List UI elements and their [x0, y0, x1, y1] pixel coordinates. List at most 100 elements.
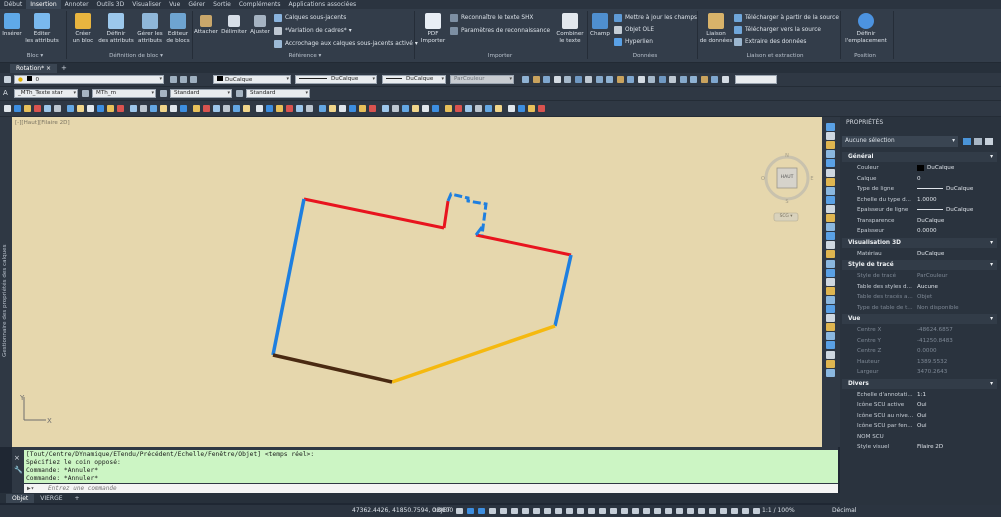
toolbar-tool-icon[interactable]: [585, 76, 592, 83]
modify-tool-icon[interactable]: [826, 159, 835, 168]
modify-tool-icon[interactable]: [826, 250, 835, 259]
toolbar-tool-icon[interactable]: [508, 105, 515, 112]
status-toggle-icon[interactable]: [522, 508, 529, 514]
combine-text-button[interactable]: Combiner le texte: [555, 13, 585, 45]
modify-tool-icon[interactable]: [826, 341, 835, 350]
yellow-segment[interactable]: [391, 324, 556, 384]
toolbar-tool-icon[interactable]: [24, 105, 31, 112]
toolbar-tool-icon[interactable]: [522, 76, 529, 83]
chevron-down-icon[interactable]: ▾: [990, 238, 993, 248]
lineweight-dropdown[interactable]: DuCalque ▾: [382, 75, 446, 84]
modify-tool-icon[interactable]: [826, 350, 835, 359]
menu-item[interactable]: Début: [0, 0, 26, 9]
status-toggle-icon[interactable]: [500, 508, 507, 514]
toolbar-tool-icon[interactable]: [359, 105, 366, 112]
text-style-icon[interactable]: A: [3, 89, 8, 97]
pdf-import-button[interactable]: PDF Importer: [418, 13, 448, 45]
menu-item[interactable]: Compléments: [235, 0, 285, 9]
status-toggle-icon[interactable]: [654, 508, 661, 514]
chevron-down-icon[interactable]: ▾: [990, 314, 993, 324]
modify-tool-icon[interactable]: [826, 214, 835, 222]
modify-tool-icon[interactable]: [826, 368, 835, 377]
modify-tool-icon[interactable]: [826, 332, 835, 341]
modify-tool-icon[interactable]: [826, 177, 835, 186]
property-row[interactable]: Hauteur 1389.5532: [842, 357, 997, 368]
status-toggle-icon[interactable]: [544, 508, 551, 514]
status-toggle-icon[interactable]: [753, 508, 760, 514]
property-row[interactable]: Table des styles d... Aucune: [842, 282, 997, 293]
property-row[interactable]: Matériau DuCalque: [842, 249, 997, 260]
property-row[interactable]: Transparence DuCalque: [842, 216, 997, 227]
upload-to-source-button[interactable]: Télécharger vers la source: [734, 25, 821, 35]
edit-attributes-button[interactable]: Editer les attributs: [24, 13, 60, 45]
toolbar-tool-icon[interactable]: [543, 76, 550, 83]
status-toggle-icon[interactable]: [456, 508, 463, 514]
status-toggle-icon[interactable]: [621, 508, 628, 514]
status-toggle-icon[interactable]: [687, 508, 694, 514]
modify-tool-icon[interactable]: [826, 195, 835, 204]
modify-tool-icon[interactable]: [826, 132, 835, 141]
block-editor-button[interactable]: Editeur de blocs: [165, 13, 191, 45]
status-toggle-icon[interactable]: [467, 508, 474, 514]
layout-tab[interactable]: Objet: [6, 493, 35, 503]
quick-select-icon[interactable]: [985, 138, 993, 145]
toolbar-tool-icon[interactable]: [4, 105, 11, 112]
layer-properties-palette-strip[interactable]: Gestionnaire des propriétés des calques: [0, 117, 12, 447]
toolbar-tool-icon[interactable]: [77, 105, 84, 112]
property-row[interactable]: Couleur DuCalque: [842, 163, 997, 174]
toolbar-tool-icon[interactable]: [606, 76, 613, 83]
select-objects-icon[interactable]: [974, 138, 982, 145]
toolbar-tool-icon[interactable]: [107, 105, 114, 112]
modify-tool-icon[interactable]: [826, 223, 835, 232]
adjust-button[interactable]: Ajuster: [249, 15, 271, 36]
toolbar-tool-icon[interactable]: [475, 105, 482, 112]
group-title-reference[interactable]: Référence ▾: [275, 53, 335, 59]
underlay-snap-button[interactable]: Accrochage aux calques sous-jacents acti…: [274, 39, 418, 49]
property-section[interactable]: Visualisation 3D ▾: [842, 237, 997, 248]
group-title-block[interactable]: Bloc ▾: [20, 53, 50, 59]
toolbar-tool-icon[interactable]: [329, 105, 336, 112]
toolbar-tool-icon[interactable]: [658, 76, 666, 83]
manage-attributes-button[interactable]: Gérer les attributs: [135, 13, 165, 45]
toolbar-tool-icon[interactable]: [412, 105, 419, 112]
hyperlink-button[interactable]: Hyperlien: [614, 37, 653, 47]
menu-item[interactable]: Vue: [165, 0, 184, 9]
property-row[interactable]: Type de ligne DuCalque: [842, 184, 997, 195]
toolbar-tool-icon[interactable]: [54, 105, 61, 112]
toolbar-tool-icon[interactable]: [616, 76, 624, 83]
color-dropdown[interactable]: DuCalque ▾: [213, 75, 291, 84]
layer-manager-icon[interactable]: [4, 76, 11, 83]
property-section[interactable]: Style de tracé ▾: [842, 260, 997, 270]
menu-item[interactable]: Sortie: [209, 0, 235, 9]
property-row[interactable]: Centre X -48624.6857: [842, 325, 997, 336]
toolbar-tool-icon[interactable]: [349, 105, 356, 112]
property-row[interactable]: Centre Z 0.0000: [842, 346, 997, 357]
group-title-block-definition[interactable]: Définition de bloc ▾: [96, 53, 176, 59]
blue-segment-left[interactable]: [271, 198, 306, 356]
red-segment[interactable]: [475, 233, 572, 257]
status-toggle-icon[interactable]: [577, 508, 584, 514]
command-line-handle[interactable]: × 🔧: [12, 450, 24, 493]
toolbar-tool-icon[interactable]: [296, 105, 303, 112]
toolbar-tool-icon[interactable]: [67, 105, 74, 112]
units-indicator[interactable]: Décimal: [832, 507, 856, 514]
property-row[interactable]: Type de table de t... Non disponible: [842, 303, 997, 314]
property-row[interactable]: Echelle d'annotati... 1:1: [842, 390, 997, 401]
status-toggle-icon[interactable]: [610, 508, 617, 514]
property-row[interactable]: Centre Y -41250.8483: [842, 336, 997, 347]
update-fields-button[interactable]: Mettre à jour les champs: [614, 13, 697, 23]
status-toggle-icon[interactable]: [555, 508, 562, 514]
status-toggle-icon[interactable]: [566, 508, 573, 514]
status-toggle-icon[interactable]: [676, 508, 683, 514]
toolbar-tool-icon[interactable]: [485, 105, 492, 112]
doc-tab-rotation[interactable]: Rotation* ×: [10, 64, 58, 73]
make-current-icon[interactable]: [170, 76, 177, 83]
toolbar-tool-icon[interactable]: [87, 105, 94, 112]
property-row[interactable]: Epaisseur de ligne DuCalque: [842, 205, 997, 216]
toolbar-tool-icon[interactable]: [170, 105, 177, 112]
menu-item[interactable]: Outils 3D: [93, 0, 129, 9]
modify-tool-icon[interactable]: [826, 295, 835, 304]
chevron-down-icon[interactable]: ▾: [990, 379, 993, 389]
download-from-source-button[interactable]: Télécharger à partir de la source: [734, 13, 839, 23]
modify-tool-icon[interactable]: [826, 268, 835, 277]
